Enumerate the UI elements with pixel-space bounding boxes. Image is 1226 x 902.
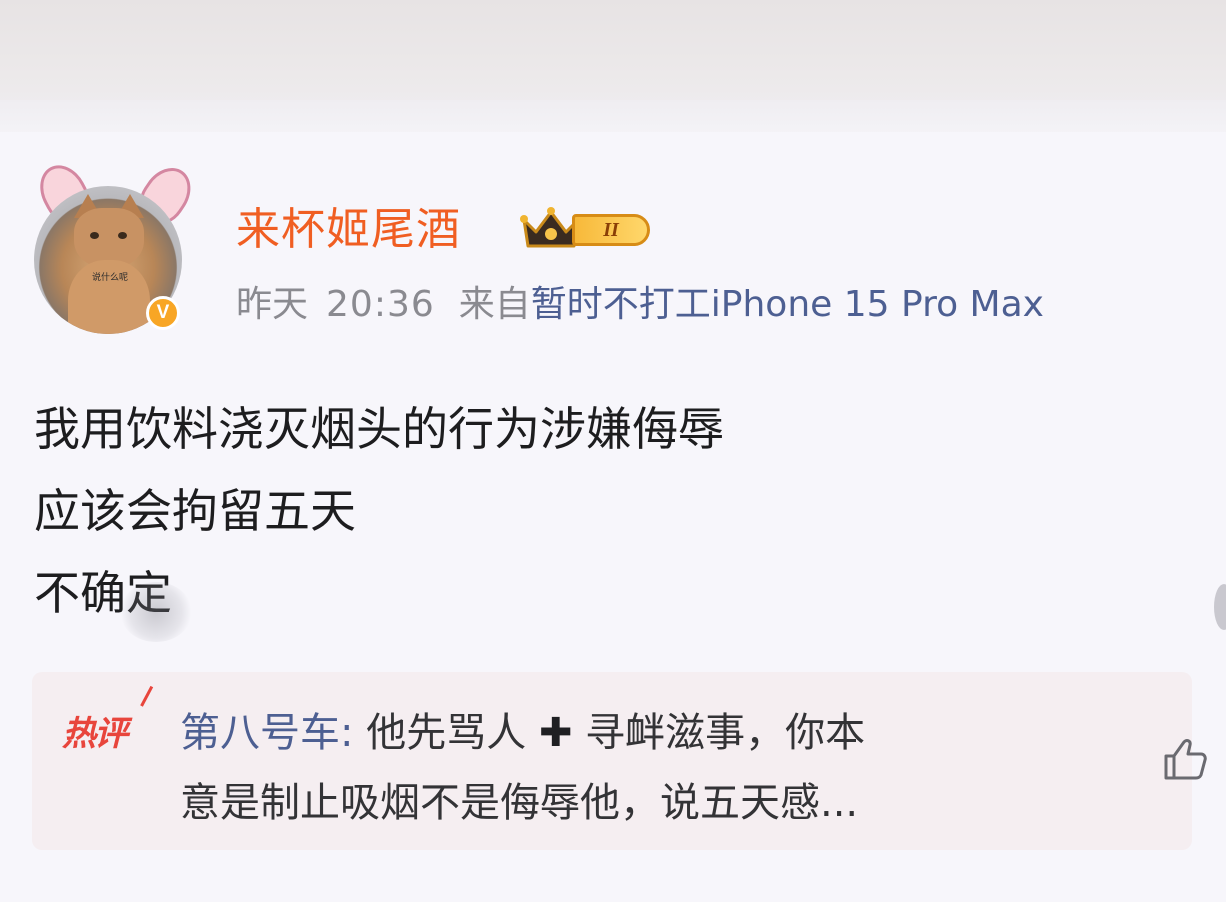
post-time: 20:36 (326, 284, 435, 325)
hot-comment-line: 意是制止吸烟不是侮辱他，说五天感... (180, 780, 859, 826)
thumbs-up-icon[interactable] (1160, 734, 1210, 784)
top-background (0, 0, 1226, 108)
post-body-line: 我用饮料浇灭烟头的行为涉嫌侮辱 (34, 402, 724, 456)
cat-head (74, 208, 144, 268)
cat-eye-left (90, 232, 99, 239)
post-source-link[interactable]: 暂时不打工iPhone 15 Pro Max (531, 278, 1044, 332)
touch-indicator (120, 582, 192, 642)
avatar[interactable]: 说什么呢 V (28, 157, 201, 340)
post-date: 昨天 (236, 284, 309, 325)
hot-comment-line: 第八号车: 他先骂人 ✚ 寻衅滋事，你本 (180, 698, 1120, 768)
comment-text-part: 他先骂人 (353, 710, 539, 756)
vip-badge[interactable]: II (520, 206, 660, 252)
comment-text-part: 寻衅滋事，你本 (572, 710, 866, 756)
avatar-caption: 说什么呢 (91, 273, 128, 283)
post-body-line: 应该会拘留五天 (34, 484, 356, 538)
username[interactable]: 来杯姬尾酒 (236, 200, 461, 260)
hot-comment[interactable]: 热评 第八号车: 他先骂人 ✚ 寻衅滋事，你本 意是制止吸烟不是侮辱他，说五天感… (32, 672, 1207, 850)
top-background-shadow (0, 100, 1226, 134)
verified-v-icon: V (146, 296, 180, 330)
plus-icon: ✚ (538, 710, 573, 756)
hot-comment-label: 热评 (62, 714, 128, 754)
vip-level-tag: II (572, 214, 650, 246)
cat-eye-right (118, 232, 127, 239)
hot-comment-text: 第八号车: 他先骂人 ✚ 寻衅滋事，你本 意是制止吸烟不是侮辱他，说五天感... (180, 698, 1120, 838)
hot-label-flourish (127, 679, 154, 707)
commenter-name[interactable]: 第八号车: (180, 710, 353, 756)
source-prefix: 来自 (458, 284, 531, 325)
post-meta: 昨天 20:36 来自暂时不打工iPhone 15 Pro Max (236, 278, 1044, 332)
